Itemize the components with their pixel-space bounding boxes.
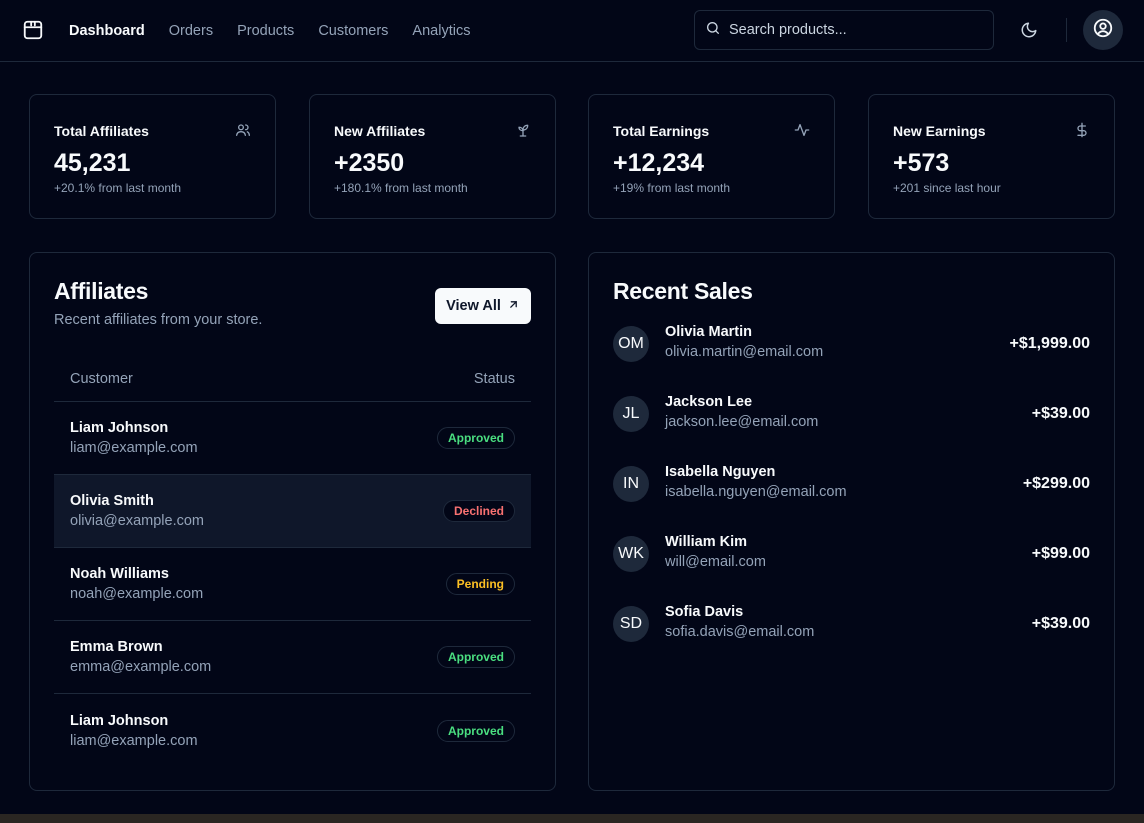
avatar: IN (613, 466, 649, 502)
stat-card-new-earnings: New Earnings +573 +201 since last hour (868, 94, 1115, 219)
nav-item-dashboard[interactable]: Dashboard (69, 23, 145, 39)
status-badge: Approved (436, 646, 515, 668)
customer-email: olivia@example.com (70, 513, 204, 529)
table-row[interactable]: Emma Brown emma@example.com Approved (54, 621, 531, 694)
sale-item: JL Jackson Lee jackson.lee@email.com +$3… (613, 394, 1090, 436)
stat-label: New Earnings (893, 123, 986, 139)
stat-card-new-affiliates: New Affiliates +2350 +180.1% from last m… (309, 94, 556, 219)
nav-item-orders[interactable]: Orders (169, 23, 213, 39)
sale-customer-name: Sofia Davis (665, 604, 744, 620)
stat-card-total-affiliates: Total Affiliates 45,231 +20.1% from last… (29, 94, 276, 219)
column-header-status: Status (473, 371, 515, 387)
stat-card-total-earnings: Total Earnings +12,234 +19% from last mo… (588, 94, 835, 219)
customer-name: Liam Johnson (70, 420, 169, 436)
customer-email: liam@example.com (70, 440, 198, 456)
users-icon (235, 122, 251, 138)
status-badge: Approved (436, 719, 515, 742)
moon-icon[interactable] (1016, 17, 1042, 43)
avatar: SD (613, 606, 649, 642)
recent-sales-title: Recent Sales (613, 278, 753, 304)
stat-change: +180.1% from last month (334, 181, 468, 195)
sale-item: WK William Kim will@email.com +$99.00 (613, 534, 1090, 576)
customer-email: noah@example.com (70, 586, 204, 602)
avatar: OM (613, 326, 649, 362)
affiliates-description: Recent affiliates from your store. (54, 312, 263, 328)
sale-amount: +$99.00 (1031, 545, 1090, 562)
sale-customer-email: sofia.davis@email.com (665, 624, 815, 640)
view-all-button[interactable]: View All (435, 288, 531, 324)
avatar: WK (613, 536, 649, 572)
nav-item-analytics[interactable]: Analytics (412, 23, 470, 39)
sale-amount: +$1,999.00 (1009, 335, 1090, 352)
affiliates-title: Affiliates (54, 278, 149, 304)
customer-name: Liam Johnson (70, 712, 169, 729)
customer-name: Emma Brown (70, 639, 163, 655)
stat-change: +201 since last hour (893, 181, 1001, 195)
main-nav: Dashboard Orders Products Customers Anal… (69, 0, 470, 61)
status-badge: Declined (442, 500, 515, 522)
stat-value: +2350 (334, 149, 405, 177)
stat-label: New Affiliates (334, 123, 426, 139)
search-icon (705, 20, 721, 41)
sale-customer-email: isabella.nguyen@email.com (665, 484, 847, 500)
sale-customer-name: Jackson Lee (665, 394, 753, 410)
customer-email: emma@example.com (70, 659, 212, 675)
sale-amount: +$299.00 (1022, 475, 1090, 492)
user-menu-button[interactable] (1083, 10, 1123, 50)
recent-sales-card: Recent Sales OM Olivia Martin olivia.mar… (588, 252, 1115, 791)
status-badge: Pending (445, 573, 515, 595)
customer-name: Olivia Smith (70, 493, 154, 509)
sale-item: IN Isabella Nguyen isabella.nguyen@email… (613, 464, 1090, 506)
sale-amount: +$39.00 (1031, 615, 1090, 632)
affiliates-table: Customer Status Liam Johnson liam@exampl… (54, 357, 531, 767)
activity-icon (794, 122, 810, 138)
affiliates-card: Affiliates Recent affiliates from your s… (29, 252, 556, 791)
arrow-up-right-icon (507, 298, 520, 315)
sprout-icon (515, 122, 531, 138)
stat-value: +12,234 (613, 149, 705, 177)
stat-change: +20.1% from last month (54, 181, 182, 195)
user-circle-icon (1092, 17, 1114, 44)
stat-change: +19% from last month (613, 181, 731, 195)
column-header-customer: Customer (70, 371, 133, 387)
search-box (694, 10, 994, 50)
nav-item-products[interactable]: Products (237, 23, 294, 39)
sale-item: SD Sofia Davis sofia.davis@email.com +$3… (613, 604, 1090, 646)
top-navbar: Dashboard Orders Products Customers Anal… (0, 0, 1144, 62)
sale-item: OM Olivia Martin olivia.martin@email.com… (613, 324, 1090, 366)
sale-customer-name: William Kim (665, 534, 748, 550)
window-bottom-edge (0, 814, 1144, 823)
dollar-icon (1074, 122, 1090, 138)
view-all-label: View All (446, 298, 501, 314)
status-badge: Approved (436, 427, 515, 449)
sale-customer-name: Olivia Martin (665, 324, 753, 340)
stat-label: Total Earnings (613, 123, 710, 139)
sale-customer-email: olivia.martin@email.com (665, 344, 824, 360)
sale-customer-email: jackson.lee@email.com (665, 414, 819, 430)
nav-item-customers[interactable]: Customers (318, 23, 388, 39)
sale-amount: +$39.00 (1031, 405, 1090, 422)
table-row[interactable]: Liam Johnson liam@example.com Approved (54, 694, 531, 767)
search-input[interactable] (729, 22, 979, 38)
stat-value: +573 (893, 149, 950, 177)
avatar: JL (613, 396, 649, 432)
sale-customer-name: Isabella Nguyen (665, 464, 776, 480)
stat-value: 45,231 (54, 149, 131, 177)
header-divider (1066, 18, 1067, 42)
table-row[interactable]: Liam Johnson liam@example.com Approved (54, 402, 531, 475)
customer-name: Noah Williams (70, 566, 169, 582)
table-header: Customer Status (54, 357, 531, 402)
table-row[interactable]: Noah Williams noah@example.com Pending (54, 548, 531, 621)
customer-email: liam@example.com (70, 732, 198, 749)
table-row[interactable]: Olivia Smith olivia@example.com Declined (54, 475, 531, 548)
sale-customer-email: will@email.com (665, 554, 766, 570)
stat-label: Total Affiliates (54, 123, 149, 139)
package-logo-icon[interactable] (22, 19, 44, 41)
